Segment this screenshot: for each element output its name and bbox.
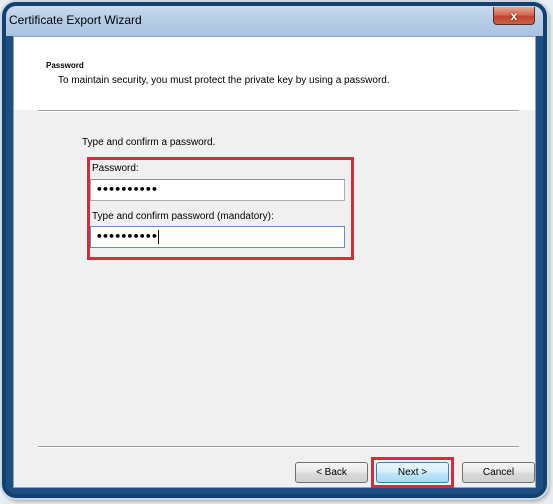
footer-divider	[38, 446, 519, 448]
wizard-window: Certificate Export Wizard x Password To …	[2, 2, 547, 498]
page-title: Password	[46, 61, 84, 70]
close-button[interactable]: x	[493, 7, 535, 25]
close-icon: x	[510, 8, 518, 23]
dialog-body: Password To maintain security, you must …	[13, 36, 536, 488]
window-title: Certificate Export Wizard	[9, 13, 142, 27]
title-bar[interactable]: Certificate Export Wizard x	[6, 6, 543, 36]
wizard-header: Password To maintain security, you must …	[14, 37, 535, 110]
cancel-button[interactable]: Cancel	[462, 462, 535, 483]
header-divider	[38, 110, 519, 112]
page-description: To maintain security, you must protect t…	[58, 75, 390, 86]
instruction-text: Type and confirm a password.	[82, 137, 216, 148]
next-button-highlight	[371, 457, 454, 488]
back-button[interactable]: < Back	[295, 462, 368, 483]
password-fields-highlight	[87, 157, 354, 260]
